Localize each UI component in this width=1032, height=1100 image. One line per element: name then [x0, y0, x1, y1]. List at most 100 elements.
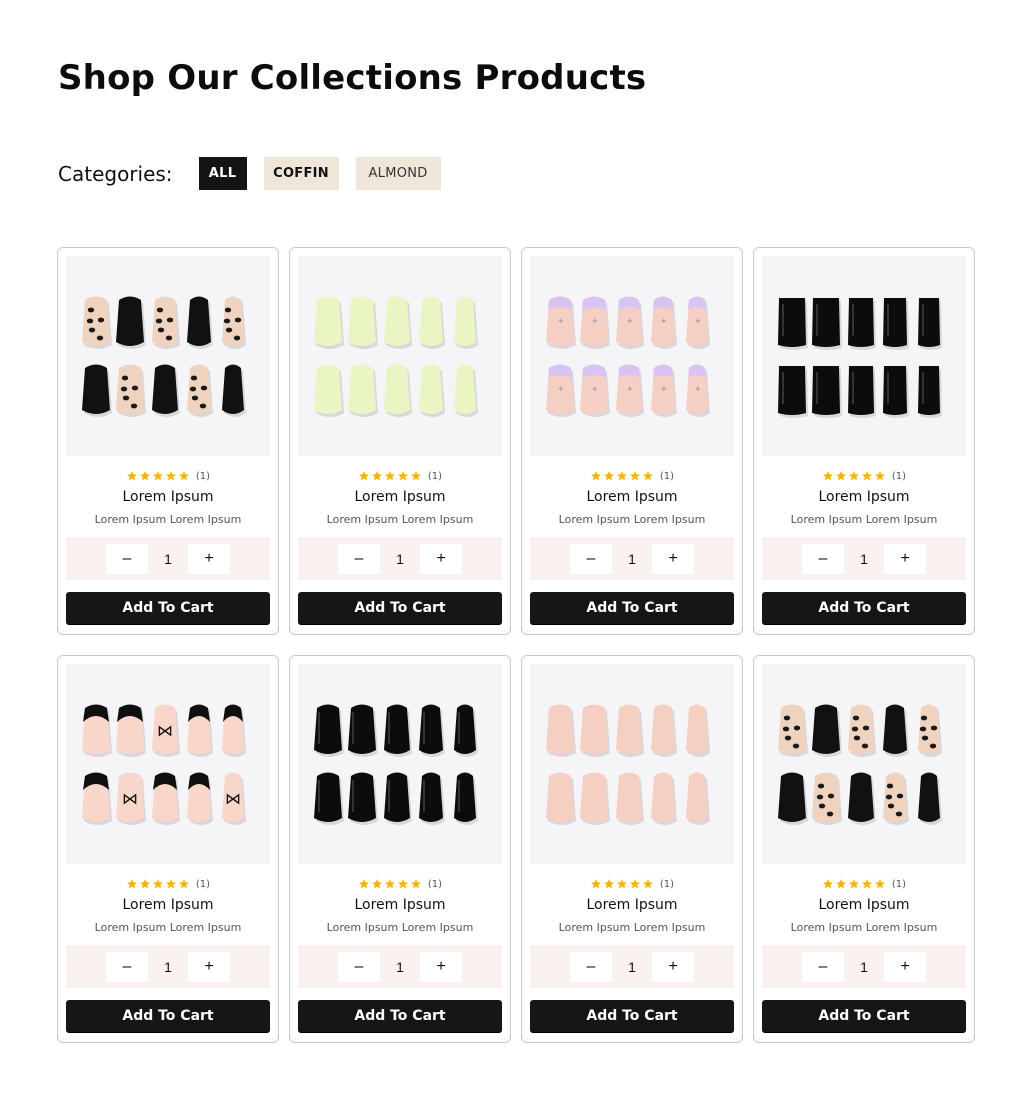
increase-quantity-button[interactable]: +	[884, 543, 926, 574]
product-image[interactable]	[298, 256, 502, 456]
product-image[interactable]: ⋈ ⋈ ⋈	[66, 664, 270, 864]
increase-quantity-button[interactable]: +	[188, 951, 230, 982]
svg-text:✦: ✦	[557, 316, 565, 326]
product-image[interactable]	[762, 256, 966, 456]
nail-tip	[686, 772, 710, 825]
star-icon	[384, 471, 395, 481]
decrease-quantity-button[interactable]: –	[338, 543, 380, 574]
quantity-value[interactable]: 1	[148, 952, 188, 982]
add-to-cart-button[interactable]: Add To Cart	[762, 1000, 966, 1032]
increase-quantity-button[interactable]: +	[420, 951, 462, 982]
product-image[interactable]	[66, 256, 270, 456]
decrease-quantity-button[interactable]: –	[570, 951, 612, 982]
nail-tip	[651, 772, 677, 825]
decrease-quantity-button[interactable]: –	[106, 951, 148, 982]
review-count: (1)	[195, 470, 211, 482]
product-name[interactable]: Lorem Ipsum	[762, 489, 966, 505]
nail-tip	[187, 704, 213, 757]
nail-tip	[116, 704, 146, 757]
nail-tip	[384, 296, 412, 349]
star-icon	[861, 879, 872, 889]
quantity-value[interactable]: 1	[612, 952, 652, 982]
nail-tip	[918, 772, 942, 825]
increase-quantity-button[interactable]: +	[652, 951, 694, 982]
star-icon	[165, 471, 176, 481]
decrease-quantity-button[interactable]: –	[106, 543, 148, 574]
rating: (1)	[530, 469, 734, 483]
product-name[interactable]: Lorem Ipsum	[66, 897, 270, 913]
nail-tip	[419, 704, 445, 757]
product-name[interactable]: Lorem Ipsum	[298, 897, 502, 913]
add-to-cart-button[interactable]: Add To Cart	[66, 1000, 270, 1032]
add-to-cart-button[interactable]: Add To Cart	[530, 592, 734, 624]
nail-tip	[580, 704, 610, 757]
quantity-value[interactable]: 1	[380, 544, 420, 574]
nail-tip	[580, 772, 610, 825]
add-to-cart-button[interactable]: Add To Cart	[298, 1000, 502, 1032]
increase-quantity-button[interactable]: +	[420, 543, 462, 574]
quantity-value[interactable]: 1	[148, 544, 188, 574]
quantity-stepper: – 1 +	[298, 537, 502, 580]
star-icon	[358, 471, 369, 481]
nail-tip	[314, 772, 344, 825]
product-name[interactable]: Lorem Ipsum	[762, 897, 966, 913]
increase-quantity-button[interactable]: +	[652, 543, 694, 574]
review-count: (1)	[659, 878, 675, 890]
quantity-stepper: – 1 +	[530, 945, 734, 988]
star-icon	[642, 471, 653, 481]
nail-tip: ✦	[580, 296, 610, 349]
category-almond-button[interactable]: ALMOND	[355, 157, 441, 190]
quantity-value[interactable]: 1	[380, 952, 420, 982]
star-rating	[126, 470, 190, 482]
add-to-cart-button[interactable]: Add To Cart	[66, 592, 270, 624]
decrease-quantity-button[interactable]: –	[338, 951, 380, 982]
product-name[interactable]: Lorem Ipsum	[298, 489, 502, 505]
quantity-stepper: – 1 +	[762, 537, 966, 580]
nail-tip	[454, 364, 478, 417]
add-to-cart-button[interactable]: Add To Cart	[530, 1000, 734, 1032]
star-icon	[152, 471, 163, 481]
quantity-value[interactable]: 1	[844, 952, 884, 982]
star-icon	[848, 879, 859, 889]
product-name[interactable]: Lorem Ipsum	[530, 897, 734, 913]
nail-tip	[848, 772, 876, 825]
nail-tip: ✦	[546, 364, 576, 417]
nail-tip: ✦	[686, 296, 710, 349]
product-image[interactable]	[298, 664, 502, 864]
increase-quantity-button[interactable]: +	[884, 951, 926, 982]
star-icon	[874, 879, 885, 889]
nail-tip: ⋈	[116, 772, 146, 825]
review-count: (1)	[659, 470, 675, 482]
product-name[interactable]: Lorem Ipsum	[66, 489, 270, 505]
product-image[interactable]: ✦ ✦ ✦ ✦ ✦ ✦ ✦ ✦ ✦ ✦	[530, 256, 734, 456]
add-to-cart-button[interactable]: Add To Cart	[762, 592, 966, 624]
star-icon	[126, 879, 137, 889]
quantity-value[interactable]: 1	[844, 544, 884, 574]
nail-set-illustration: ⋈ ⋈ ⋈	[82, 704, 246, 825]
decrease-quantity-button[interactable]: –	[570, 543, 612, 574]
increase-quantity-button[interactable]: +	[188, 543, 230, 574]
review-count: (1)	[427, 470, 443, 482]
decrease-quantity-button[interactable]: –	[802, 543, 844, 574]
product-name[interactable]: Lorem Ipsum	[530, 489, 734, 505]
star-icon	[397, 879, 408, 889]
star-icon	[848, 471, 859, 481]
category-coffin-button[interactable]: COFFIN	[263, 157, 339, 190]
decrease-quantity-button[interactable]: –	[802, 951, 844, 982]
quantity-value[interactable]: 1	[612, 544, 652, 574]
nail-tip	[187, 364, 213, 417]
add-to-cart-button[interactable]: Add To Cart	[298, 592, 502, 624]
nail-tip: ✦	[651, 296, 677, 349]
nail-tip	[222, 704, 246, 757]
star-icon	[629, 879, 640, 889]
svg-text:✦: ✦	[660, 316, 668, 326]
nail-tip: ✦	[616, 296, 644, 349]
product-card: (1) Lorem Ipsum Lorem Ipsum Lorem Ipsum …	[57, 247, 279, 635]
product-image[interactable]	[530, 664, 734, 864]
product-image[interactable]	[762, 664, 966, 864]
star-icon	[178, 879, 189, 889]
product-subtitle: Lorem Ipsum Lorem Ipsum	[94, 921, 242, 934]
star-icon	[835, 879, 846, 889]
category-all-button[interactable]: ALL	[198, 157, 247, 190]
product-card: ⋈ ⋈ ⋈ (1) Lorem Ipsum Lorem Ipsum Lorem Ip…	[57, 655, 279, 1043]
